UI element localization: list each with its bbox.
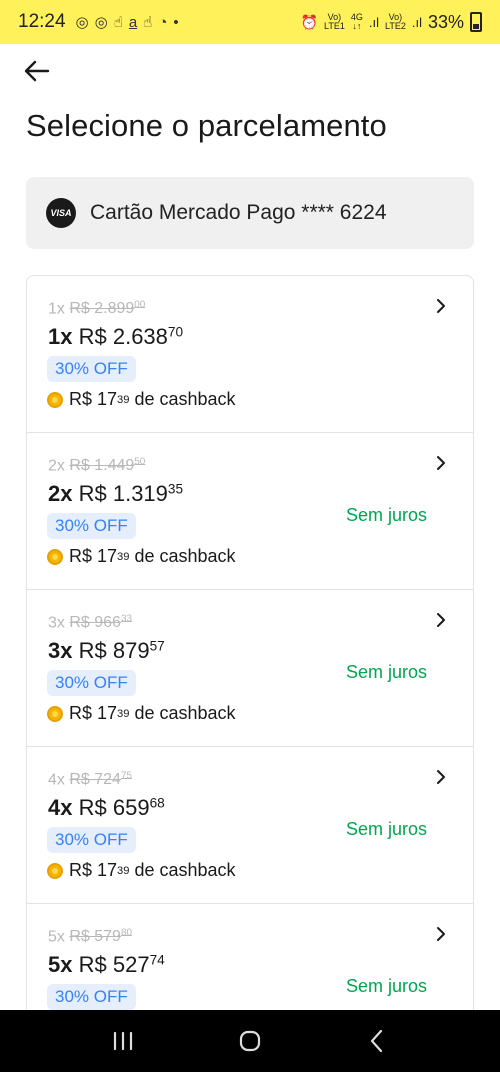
home-icon [239, 1030, 261, 1052]
installment-option-1x[interactable]: 1x R$ 2.89900 1x R$ 2.63870 30% OFF R$ 1… [27, 276, 473, 433]
system-nav-bar [0, 1010, 500, 1072]
original-price: 3x R$ 96633 [48, 614, 132, 632]
cashback-info: R$ 17 39 de cashback [47, 389, 236, 410]
page-title: Selecione o parcelamento [26, 108, 387, 143]
dot-icon: • [173, 13, 179, 31]
chevron-right-icon [437, 299, 445, 313]
interest-free-label: Sem juros [345, 819, 427, 839]
discount-badge: 30% OFF [47, 670, 136, 696]
interest-free-label: Sem juros [345, 505, 427, 525]
installment-option-3x[interactable]: 3x R$ 96633 3x R$ 87957 30% OFF R$ 17 39 … [27, 590, 473, 747]
cashback-info: R$ 17 39 de cashback [47, 546, 236, 567]
sim1-signal-icon: Vo) LTE1 [324, 12, 345, 31]
back-button[interactable] [22, 56, 52, 86]
notification-icon: ☝ [143, 14, 153, 31]
card-label: Cartão Mercado Pago **** 6224 [90, 201, 387, 224]
coin-icon [47, 391, 63, 408]
notification-icon: ☝ [113, 14, 123, 31]
discount-badge: 30% OFF [47, 827, 136, 853]
coin-icon [47, 705, 63, 722]
installment-price: 1x R$ 2.63870 [48, 324, 184, 349]
signal-bars-icon: .ıl [368, 14, 379, 30]
installment-option-2x[interactable]: 2x R$ 1.44950 2x R$ 1.31935 30% OFF R$ 1… [27, 433, 473, 590]
notification-icon: ◔ [158, 13, 168, 31]
battery-icon [470, 12, 482, 32]
status-right: ⏰ Vo) LTE1 4G ↓↑ .ıl Vo) LTE2 .ıl 33% [301, 12, 482, 33]
chevron-right-icon [437, 770, 445, 784]
signal-bars-icon: .ıl [411, 14, 422, 30]
battery-percent: 33% [427, 11, 464, 32]
coin-icon [47, 548, 63, 565]
coin-icon [47, 862, 63, 879]
original-price: 1x R$ 2.89900 [48, 300, 146, 318]
installment-list: 1x R$ 2.89900 1x R$ 2.63870 30% OFF R$ 1… [26, 275, 474, 1062]
notification-icon: ◎ [75, 14, 89, 31]
cashback-info: R$ 17 39 de cashback [47, 703, 236, 724]
notification-icon: ◎ [94, 14, 108, 31]
chevron-right-icon [437, 927, 445, 941]
interest-free-label: Sem juros [345, 976, 427, 996]
chevron-left-icon [370, 1029, 382, 1053]
sim2-signal-icon: Vo) LTE2 [385, 12, 406, 31]
cashback-info: R$ 17 39 de cashback [47, 860, 236, 881]
original-price: 2x R$ 1.44950 [48, 457, 146, 475]
chevron-right-icon [437, 456, 445, 470]
discount-badge: 30% OFF [47, 356, 136, 382]
installment-price: 2x R$ 1.31935 [48, 481, 184, 506]
installment-price: 5x R$ 52774 [48, 952, 165, 977]
visa-icon: VISA [46, 198, 76, 228]
alarm-icon: ⏰ [300, 13, 319, 30]
arrow-left-icon [24, 60, 50, 82]
chevron-right-icon [437, 613, 445, 627]
notification-icons: ◎ ◎ ☝ a ☝ ◔ • [75, 13, 179, 32]
status-time: 12:24 [18, 11, 66, 32]
installment-option-4x[interactable]: 4x R$ 72475 4x R$ 65968 30% OFF R$ 17 39 … [27, 747, 473, 904]
amazon-icon: a [128, 13, 138, 31]
installment-price: 3x R$ 87957 [48, 638, 165, 663]
installment-price: 4x R$ 65968 [48, 795, 165, 820]
nav-back-button[interactable] [357, 1021, 397, 1061]
recent-apps-icon [114, 1031, 133, 1051]
discount-badge: 30% OFF [47, 513, 136, 539]
original-price: 5x R$ 57980 [48, 928, 132, 946]
recent-apps-button[interactable] [103, 1021, 143, 1061]
home-button[interactable] [230, 1021, 270, 1061]
interest-free-label: Sem juros [345, 662, 427, 682]
network-type-icon: 4G ↓↑ [350, 12, 363, 31]
status-bar: 12:24 ◎ ◎ ☝ a ☝ ◔ • ⏰ Vo) LTE1 4G ↓↑ .ıl V… [0, 0, 500, 44]
original-price: 4x R$ 72475 [48, 771, 132, 789]
discount-badge: 30% OFF [47, 984, 136, 1010]
payment-card-selector[interactable]: VISA Cartão Mercado Pago **** 6224 [26, 177, 474, 249]
